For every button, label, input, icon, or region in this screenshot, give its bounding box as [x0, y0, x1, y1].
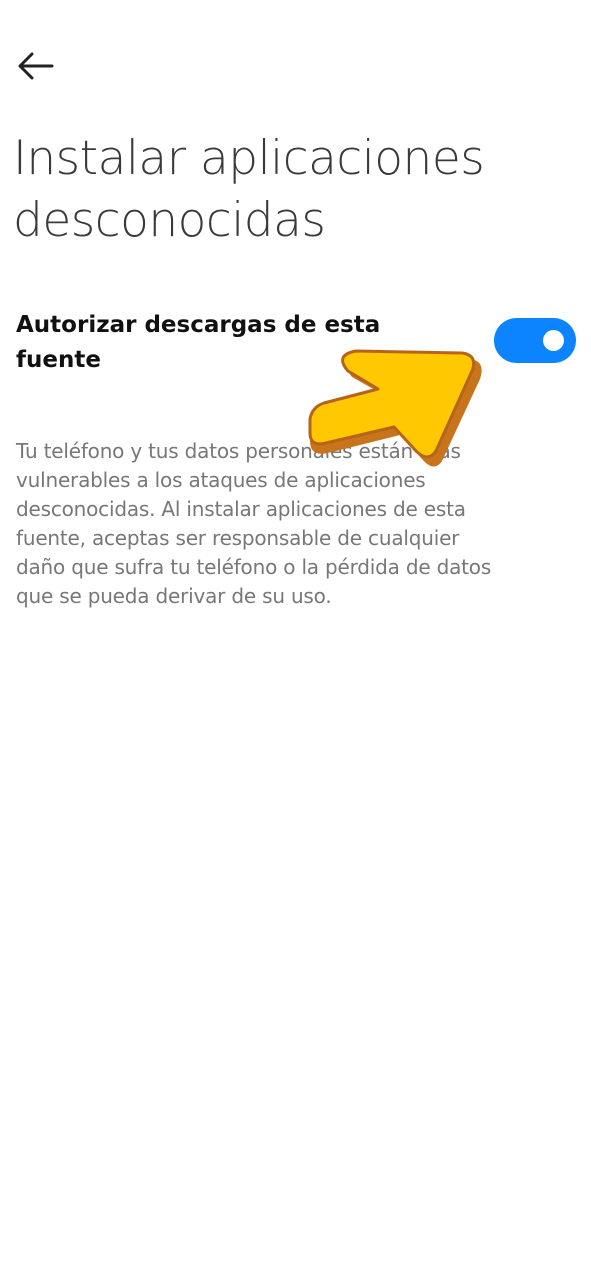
page-title-line: Instalar aplicaciones	[13, 131, 485, 186]
page-title-line: desconocidas	[13, 193, 326, 248]
description-line: desconocidas. Al instalar aplicaciones d…	[16, 497, 466, 521]
allow-downloads-toggle[interactable]	[494, 318, 576, 363]
description-line: que se pueda derivar de su uso.	[16, 584, 332, 608]
description-line: vulnerables a los ataques de aplicacione…	[16, 468, 426, 492]
allow-downloads-setting-row[interactable]: Autorizar descargas de esta fuente	[0, 300, 591, 390]
description-line: daño que sufra tu teléfono o la pérdida …	[16, 555, 492, 579]
description-line: fuente, aceptas ser responsable de cualq…	[16, 526, 460, 550]
arrow-left-icon	[18, 52, 54, 80]
back-button[interactable]	[10, 44, 62, 88]
setting-label-line: Autorizar descargas de esta	[16, 312, 381, 338]
toggle-knob	[543, 330, 564, 351]
description-line: Tu teléfono y tus datos personales están…	[16, 439, 461, 463]
warning-description: Tu teléfono y tus datos personales están…	[16, 437, 576, 611]
setting-label-line: fuente	[16, 347, 101, 373]
page-title: Instalar aplicaciones desconocidas	[13, 128, 573, 252]
allow-downloads-label: Autorizar descargas de esta fuente	[16, 308, 456, 378]
